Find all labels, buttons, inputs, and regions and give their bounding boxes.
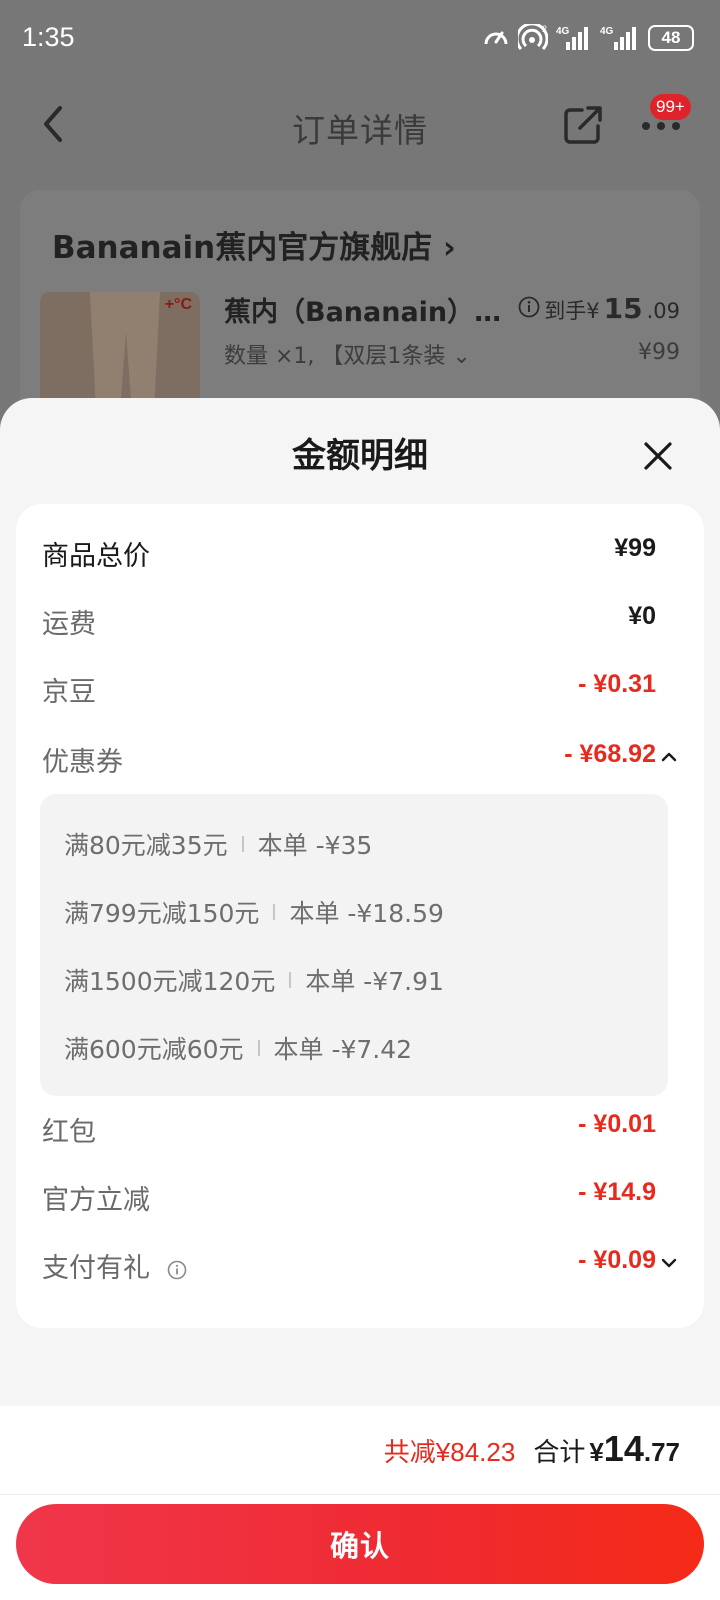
official-discount-value: - ¥14.9 [578,1178,656,1206]
shipping-value: ¥0 [628,602,656,630]
jingdou-value: - ¥0.31 [578,670,656,698]
share-icon[interactable] [562,102,604,146]
coupon-rule: 满1500元减120元 [64,967,276,996]
coupon-rule: 满600元减60元 [64,1035,244,1064]
subtotal-value: ¥99 [614,534,656,562]
coupon-amount: 本单 -¥7.91 [305,967,444,996]
store-name: Bananain蕉内官方旗舰店 [52,230,433,266]
coupon-item: 满799元减150元 本单 -¥18.59 [64,894,444,930]
speed-icon [484,31,508,45]
official-discount-label: 官方立减 [42,1185,150,1216]
final-price-int: 15 [603,292,643,325]
coupon-item: 满80元减35元 本单 -¥35 [64,826,372,862]
chevron-up-icon[interactable] [660,748,678,766]
row-jingdou: 京豆 - ¥0.31 [42,670,678,710]
coupon-amount: 本单 -¥7.42 [273,1035,413,1064]
sheet-title: 金额明细 [292,436,428,476]
coupon-rule: 满799元减150元 [64,899,260,928]
signal-4g-icon-2: 4G [600,26,636,50]
footer-bar: 共减 ¥84.23 合计 ¥ 14 .77 确认 [0,1406,720,1600]
payment-gift-label-wrap: 支付有礼 [42,1246,187,1285]
redpacket-label: 红包 [42,1117,96,1148]
row-shipping: 运费 ¥0 [42,602,678,642]
total-currency: ¥ [589,1437,604,1467]
battery-indicator: 48 [648,25,694,51]
product-final-price: 到手¥ 15 .09 [518,292,680,325]
coupon-label: 优惠券 [42,747,123,778]
chevron-right-icon: › [443,230,456,266]
status-bar: 1:35 2 4G 4G 48 [0,0,720,80]
store-name-link[interactable]: Bananain蕉内官方旗舰店 › [52,222,456,267]
coupon-value: - ¥68.92 [564,740,656,768]
network-label-2: 4G [600,26,614,37]
hotspot-count: 2 [542,24,547,34]
message-badge: 99+ [650,94,691,120]
coupon-rule: 满80元减35元 [64,831,228,860]
total-summary: 共减 ¥84.23 合计 ¥ 14 .77 [384,1428,680,1470]
product-image[interactable]: +°C [40,292,200,412]
product-original-price: ¥99 [638,340,680,365]
page-title: 订单详情 [292,111,428,150]
coupon-item: 满1500元减120元 本单 -¥7.91 [64,962,444,998]
divider [0,1494,720,1495]
total-reduce-label: 共减 [383,1438,436,1468]
row-redpacket: 红包 - ¥0.01 [42,1110,678,1150]
confirm-button[interactable]: 确认 [16,1504,704,1584]
product-spec[interactable]: 数量 ×1, 【双层1条装 ⌄ [224,338,471,370]
final-price-label: 到手¥ [544,299,600,323]
coupon-breakdown: 满80元减35元 本单 -¥35 满799元减150元 本单 -¥18.59 满… [40,794,668,1096]
coupon-divider [257,1040,260,1056]
product-title[interactable]: 蕉内（Bananain）… [224,290,501,329]
total-dec: .77 [643,1437,680,1467]
total-label: 合计 [533,1438,586,1468]
signal-4g-icon: 4G [556,26,588,50]
row-payment-gift[interactable]: 支付有礼 - ¥0.09 [42,1246,678,1286]
total-reduce-value: ¥84.23 [435,1437,516,1467]
jingdou-label: 京豆 [42,677,96,708]
shipping-label: 运费 [42,609,96,640]
network-label-1: 4G [556,26,570,37]
hotspot-icon: 2 [518,24,548,51]
row-subtotal: 商品总价 ¥99 [42,534,678,574]
redpacket-value: - ¥0.01 [578,1110,656,1138]
close-icon[interactable] [642,440,674,472]
total-int: 14 [603,1428,644,1469]
nav-bar: 订单详情 [0,80,720,170]
payment-gift-label: 支付有礼 [42,1253,150,1284]
info-icon[interactable] [518,296,540,318]
payment-gift-value: - ¥0.09 [578,1246,656,1274]
chevron-down-icon[interactable] [660,1254,678,1272]
coupon-divider [289,972,292,988]
coupon-divider [273,904,276,920]
info-icon[interactable] [167,1260,187,1280]
status-icons: 2 4G 4G 48 [482,24,694,52]
coupon-amount: 本单 -¥18.59 [289,899,444,928]
status-time: 1:35 [22,22,75,52]
product-image-tag: +°C [164,296,192,313]
coupon-amount: 本单 -¥35 [257,831,373,860]
coupon-item: 满600元减60元 本单 -¥7.42 [64,1030,412,1066]
amount-detail-card: 商品总价 ¥99 运费 ¥0 京豆 - ¥0.31 优惠券 - ¥68.92 满… [16,504,704,1328]
coupon-divider [241,836,244,852]
row-official-discount: 官方立减 - ¥14.9 [42,1178,678,1218]
subtotal-label: 商品总价 [42,541,150,572]
final-price-dec: .09 [646,299,680,323]
row-coupon[interactable]: 优惠券 - ¥68.92 [42,740,678,780]
